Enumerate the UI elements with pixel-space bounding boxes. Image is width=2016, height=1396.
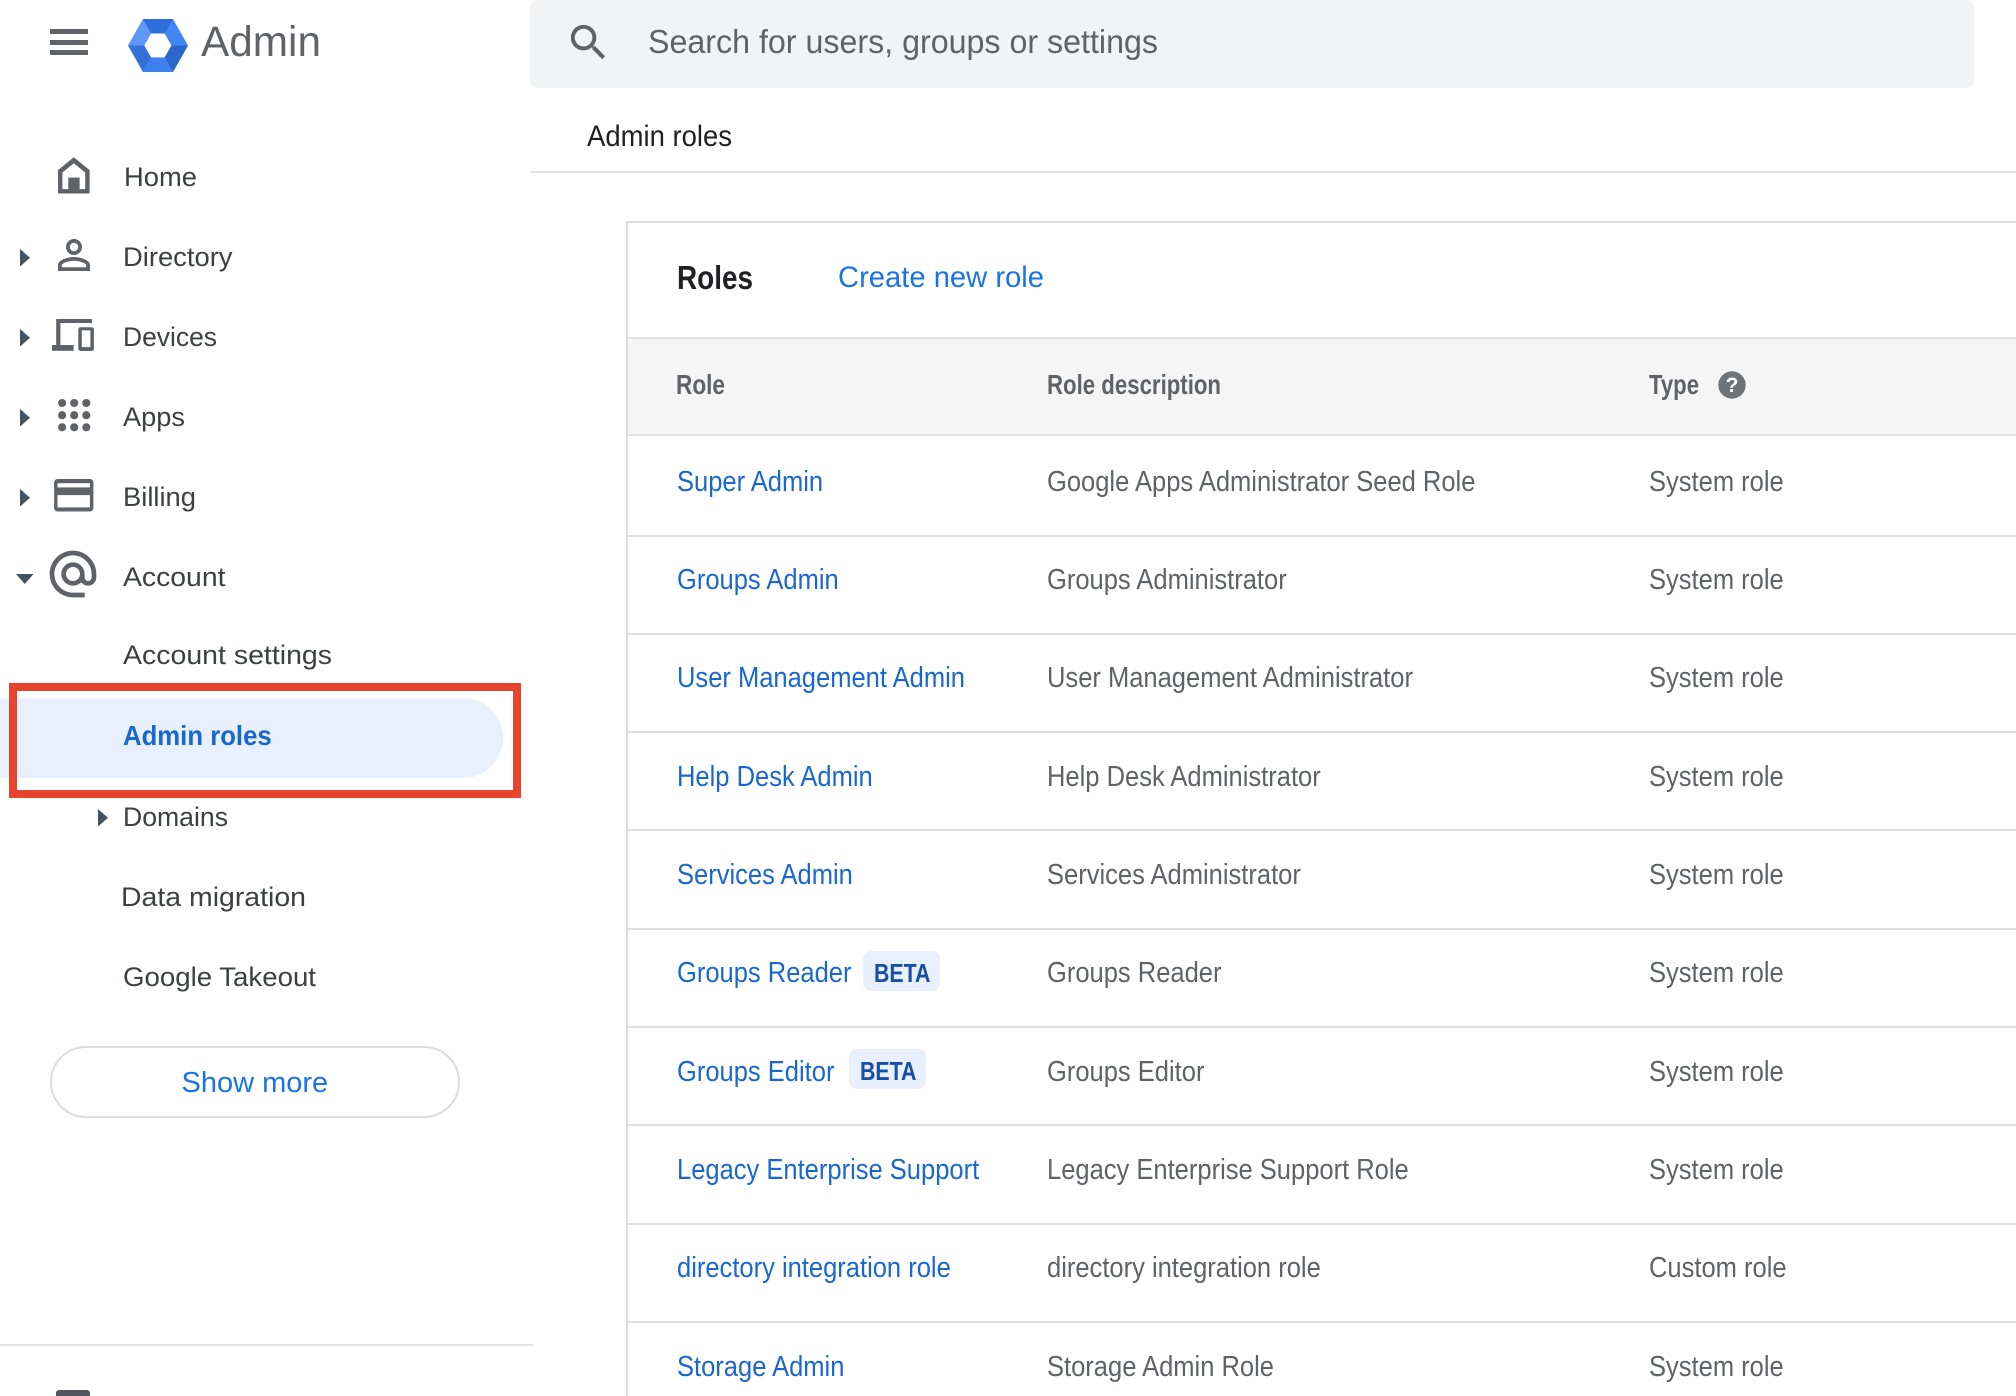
svg-text:?: ?: [1726, 374, 1739, 397]
